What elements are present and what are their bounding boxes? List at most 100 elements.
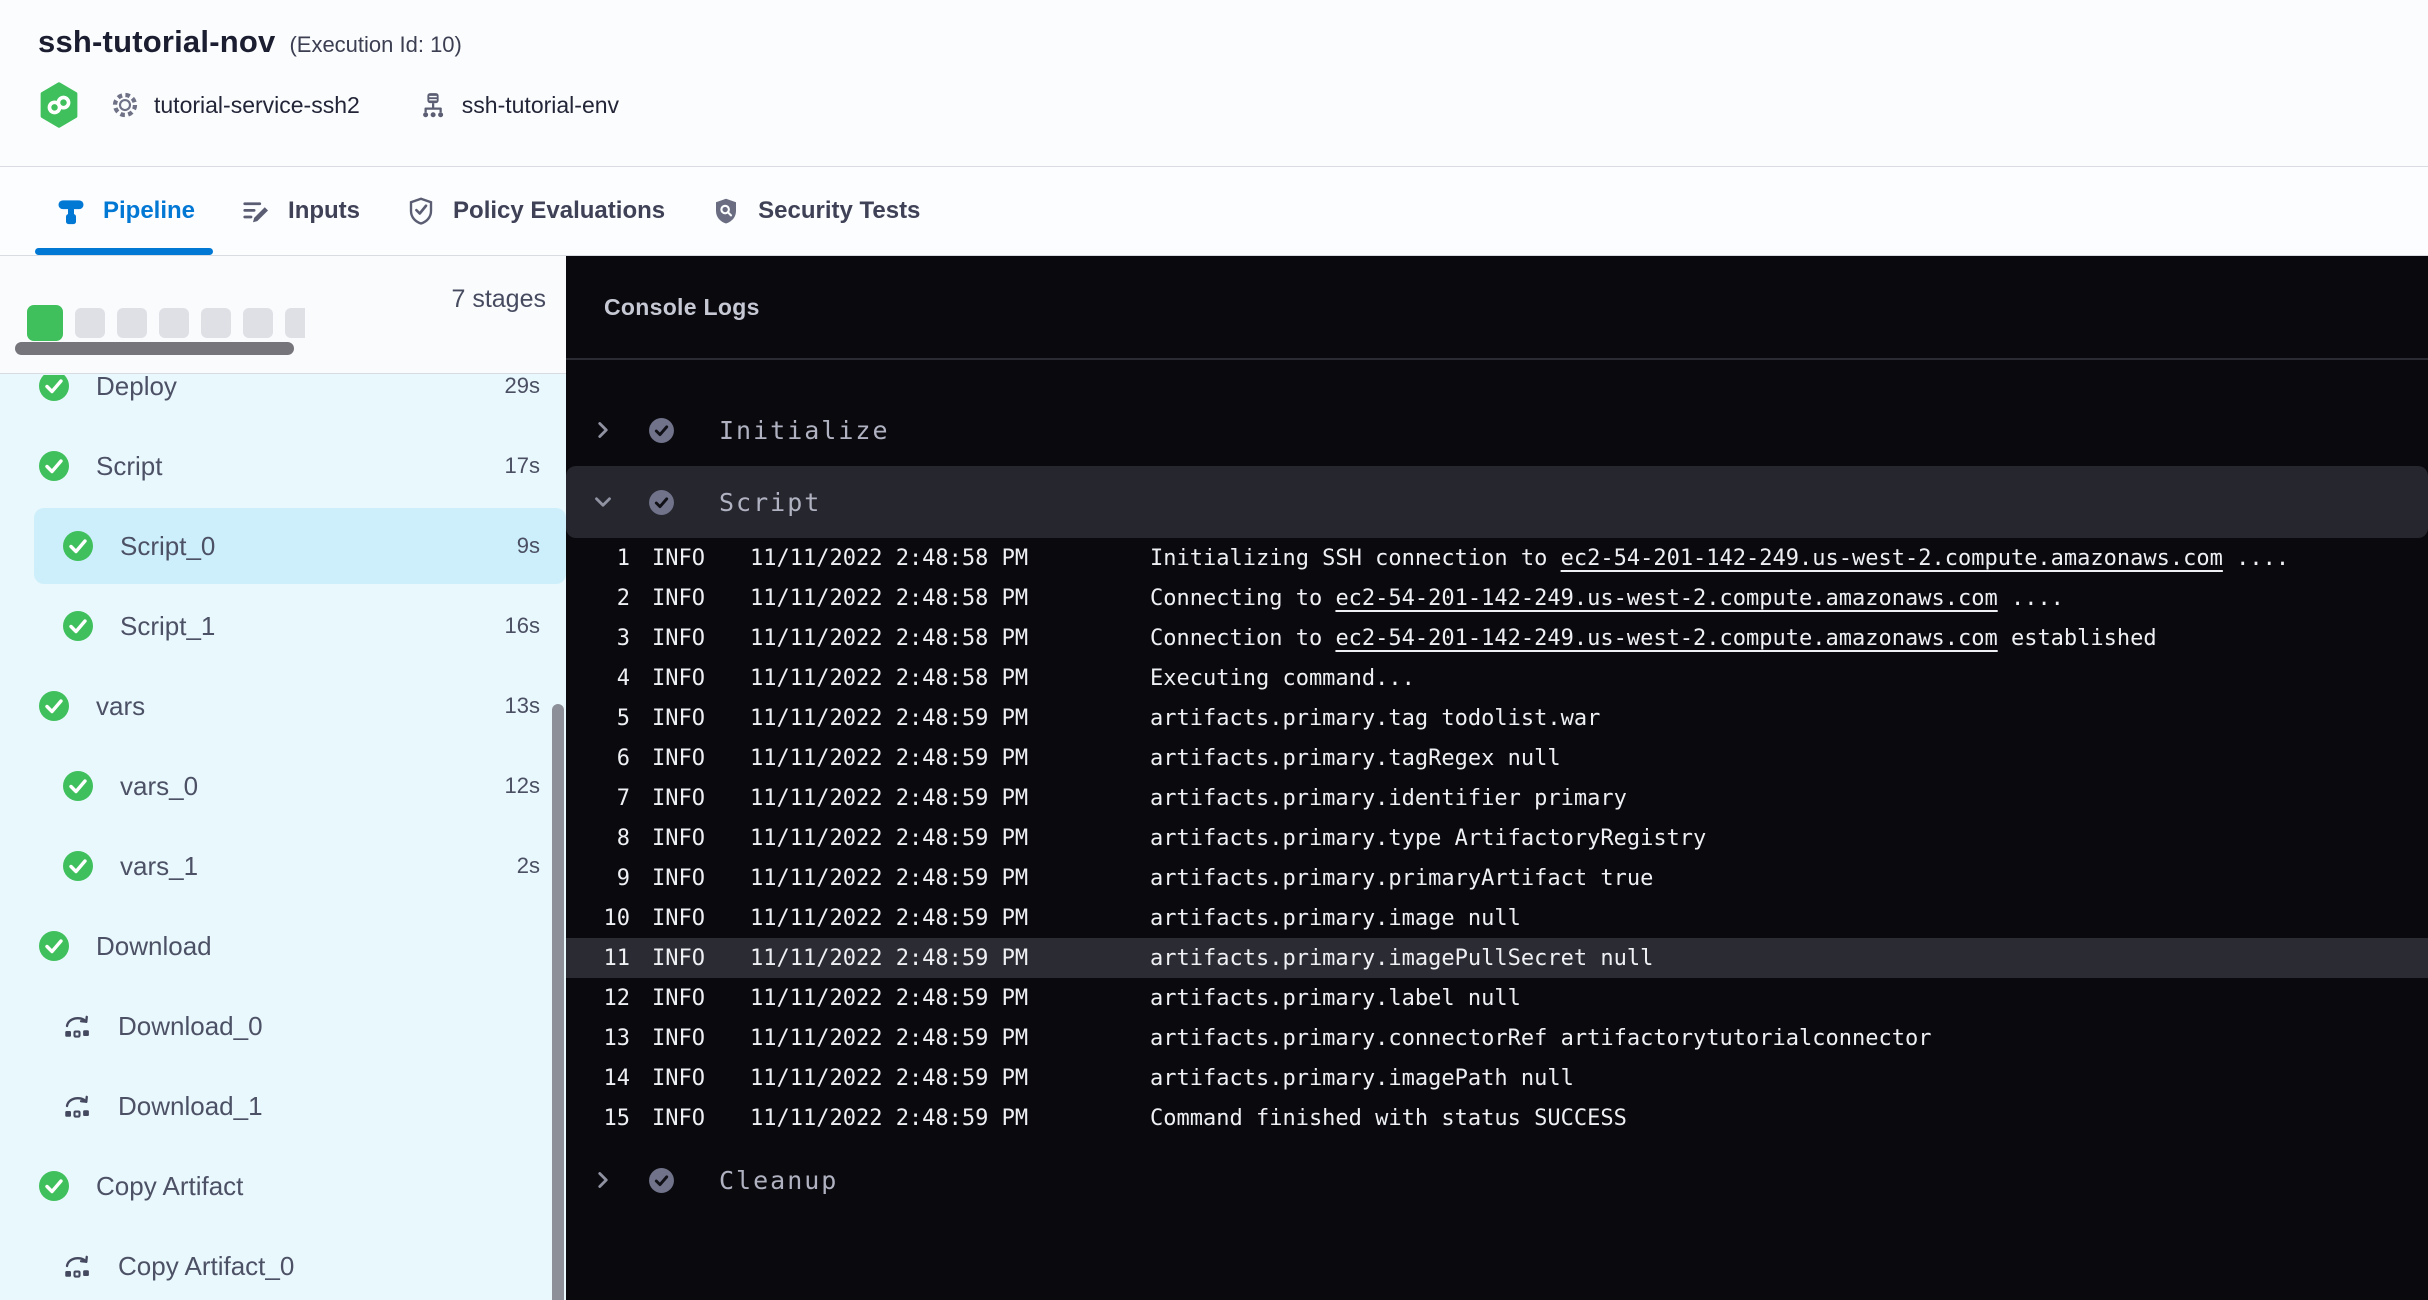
log-level: INFO bbox=[652, 866, 706, 891]
log-line-1[interactable]: 1INFO11/11/2022 2:48:58 PMInitializing S… bbox=[566, 538, 2428, 578]
log-message: Executing command... bbox=[1150, 666, 1415, 691]
log-line-number: 6 bbox=[566, 746, 630, 771]
log-line-6[interactable]: 6INFO11/11/2022 2:48:59 PMartifacts.prim… bbox=[566, 738, 2428, 778]
stage-name: Script_0 bbox=[120, 531, 215, 562]
log-line-4[interactable]: 4INFO11/11/2022 2:48:58 PMExecuting comm… bbox=[566, 658, 2428, 698]
stage-success-icon bbox=[62, 530, 94, 562]
log-section-cleanup[interactable]: Cleanup bbox=[566, 1144, 2428, 1216]
stage-success-icon bbox=[62, 610, 94, 642]
log-level: INFO bbox=[652, 706, 706, 731]
policy-evaluations-icon bbox=[406, 196, 436, 226]
tab-policy-evaluations[interactable]: Policy Evaluations bbox=[406, 167, 665, 255]
tab-pipeline[interactable]: Pipeline bbox=[56, 167, 195, 255]
log-line-2[interactable]: 2INFO11/11/2022 2:48:58 PMConnecting to … bbox=[566, 578, 2428, 618]
console-body: Initialize Script 1INFO11/11/2022 2:48:5… bbox=[566, 360, 2428, 1216]
log-line-number: 9 bbox=[566, 866, 630, 891]
stage-row-script[interactable]: Script 17s bbox=[0, 426, 566, 506]
log-level: INFO bbox=[652, 1106, 706, 1131]
stage-progress-squares[interactable] bbox=[27, 304, 305, 342]
log-level: INFO bbox=[652, 626, 706, 651]
log-message: artifacts.primary.type ArtifactoryRegist… bbox=[1150, 826, 1706, 851]
stage-row-vars[interactable]: vars 13s bbox=[0, 666, 566, 746]
log-line-3[interactable]: 3 INFO 11/11/2022 2:48:58 PMConnection to … bbox=[566, 618, 2428, 658]
log-line-5[interactable]: 5INFO11/11/2022 2:48:59 PMartifacts.prim… bbox=[566, 698, 2428, 738]
log-message: artifacts.primary.tag todolist.war bbox=[1150, 706, 1600, 731]
stage-name: vars_1 bbox=[120, 851, 198, 882]
stage-duration: 12s bbox=[505, 773, 566, 799]
log-line-12[interactable]: 12INFO11/11/2022 2:48:59 PMartifacts.pri… bbox=[566, 978, 2428, 1018]
log-level: INFO bbox=[652, 946, 706, 971]
tab-inputs[interactable]: Inputs bbox=[241, 167, 360, 255]
stage-square-pending[interactable] bbox=[243, 308, 273, 338]
stage-success-icon bbox=[62, 850, 94, 882]
stage-row-copy-artifact-0[interactable]: Copy Artifact_0 bbox=[0, 1226, 566, 1300]
stage-name: vars_0 bbox=[120, 771, 198, 802]
console-panel: Console Logs Initialize bbox=[566, 256, 2428, 1300]
log-line-14[interactable]: 14INFO11/11/2022 2:48:59 PMartifacts.pri… bbox=[566, 1058, 2428, 1098]
stage-row-vars-1[interactable]: vars_12s bbox=[0, 826, 566, 906]
log-timestamp: 11/11/2022 2:48:59 PM bbox=[750, 746, 1150, 771]
stage-duration: 13s bbox=[505, 693, 566, 719]
stage-name: Copy Artifact bbox=[96, 1171, 243, 1202]
log-line-7[interactable]: 7INFO11/11/2022 2:48:59 PMartifacts.prim… bbox=[566, 778, 2428, 818]
stage-strip-scrollbar[interactable] bbox=[15, 342, 294, 355]
log-level: INFO bbox=[652, 746, 706, 771]
log-timestamp: 11/11/2022 2:48:59 PM bbox=[750, 1026, 1150, 1051]
host-link[interactable]: ec2-54-201-142-249.us-west-2.compute.ama… bbox=[1335, 586, 1997, 611]
log-line-8[interactable]: 8 INFO 11/11/2022 2:48:59 PMartifacts.prim… bbox=[566, 818, 2428, 858]
log-level: INFO bbox=[652, 826, 706, 851]
stage-row-script-0[interactable]: Script_0 9s bbox=[0, 506, 566, 586]
stage-square-pending[interactable] bbox=[201, 308, 231, 338]
active-tab-underline bbox=[35, 248, 213, 255]
host-link[interactable]: ec2-54-201-142-249.us-west-2.compute.ama… bbox=[1335, 626, 1997, 651]
stage-row-vars-0[interactable]: vars_0 12s bbox=[0, 746, 566, 826]
log-line-9[interactable]: 9INFO11/11/2022 2:48:59 PMartifacts.prim… bbox=[566, 858, 2428, 898]
log-line-10[interactable]: 10INFO11/11/2022 2:48:59 PMartifacts.pri… bbox=[566, 898, 2428, 938]
stage-square-pending[interactable] bbox=[159, 308, 189, 338]
log-section-initialize[interactable]: Initialize bbox=[566, 394, 2428, 466]
log-line-11[interactable]: 11INFO11/11/2022 2:48:59 PMartifacts.pri… bbox=[566, 938, 2428, 978]
stage-square-pending[interactable] bbox=[285, 308, 305, 338]
stage-row-download-0[interactable]: Download_0 bbox=[0, 986, 566, 1066]
stage-duration: 17s bbox=[505, 453, 566, 479]
log-level: INFO bbox=[652, 1066, 706, 1091]
log-message: artifacts.primary.connectorRef artifacto… bbox=[1150, 1026, 1931, 1051]
log-line-13[interactable]: 13INFO11/11/2022 2:48:59 PMartifacts.pri… bbox=[566, 1018, 2428, 1058]
log-section-script[interactable]: Script bbox=[566, 466, 2428, 538]
tab-security-tests[interactable]: Security Tests bbox=[711, 167, 920, 255]
log-line-number: 3 bbox=[566, 626, 630, 651]
log-level: INFO bbox=[652, 586, 706, 611]
log-timestamp: 11/11/2022 2:48:59 PM bbox=[750, 826, 1150, 851]
stage-row-script-1[interactable]: Script_116s bbox=[0, 586, 566, 666]
log-line-number: 7 bbox=[566, 786, 630, 811]
host-link[interactable]: ec2-54-201-142-249.us-west-2.compute.ama… bbox=[1561, 546, 2223, 571]
stage-row-copy-artifact[interactable]: Copy Artifact bbox=[0, 1146, 566, 1226]
meta-row: tutorial-service-ssh2 ssh-tutorial-env bbox=[38, 82, 2428, 128]
environment-name[interactable]: ssh-tutorial-env bbox=[462, 92, 619, 119]
log-timestamp: 11/11/2022 2:48:59 PM bbox=[750, 1106, 1150, 1131]
log-line-number: 4 bbox=[566, 666, 630, 691]
service-name[interactable]: tutorial-service-ssh2 bbox=[154, 92, 360, 119]
stage-square-pending[interactable] bbox=[75, 308, 105, 338]
stage-name: Script bbox=[96, 451, 162, 482]
log-lines: 1INFO11/11/2022 2:48:58 PMInitializing S… bbox=[566, 538, 2428, 1138]
log-line-15[interactable]: 15INFO11/11/2022 2:48:59 PMCommand finis… bbox=[566, 1098, 2428, 1138]
stage-duration: 9s bbox=[517, 533, 566, 559]
stage-name: vars bbox=[96, 691, 145, 722]
log-line-number: 10 bbox=[566, 906, 630, 931]
log-line-number: 15 bbox=[566, 1106, 630, 1131]
stage-square-completed[interactable] bbox=[27, 305, 63, 341]
stage-success-icon bbox=[38, 375, 70, 402]
log-section-label: Script bbox=[719, 488, 821, 517]
stage-row-deploy[interactable]: Deploy29s bbox=[0, 375, 566, 426]
stage-square-pending[interactable] bbox=[117, 308, 147, 338]
log-message: Connection to ec2-54-201-142-249.us-west… bbox=[1150, 626, 2157, 651]
log-message: artifacts.primary.image null bbox=[1150, 906, 1521, 931]
stage-row-download[interactable]: Download bbox=[0, 906, 566, 986]
log-line-number: 8 bbox=[566, 826, 630, 851]
log-section-label: Cleanup bbox=[719, 1166, 838, 1195]
page-title: ssh-tutorial-nov bbox=[38, 24, 275, 60]
stage-row-download-1[interactable]: Download_1 bbox=[0, 1066, 566, 1146]
tab-inputs-label: Inputs bbox=[288, 197, 360, 225]
log-timestamp: 11/11/2022 2:48:58 PM bbox=[750, 626, 1150, 651]
